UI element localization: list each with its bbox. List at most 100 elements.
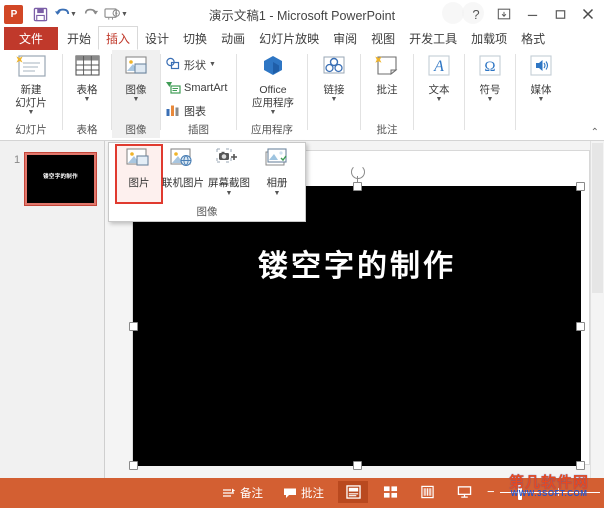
new-slide-button[interactable]: 新建 幻灯片 ▼ [4,53,58,116]
ribbon-group-text: A 文本 ▼ [414,50,464,138]
ribbon-group-slides: 新建 幻灯片 ▼ 幻灯片 [0,50,62,138]
selected-picture-shape[interactable]: 镂空字的制作 [133,186,581,466]
ribbon-group-media: 媒体 ▼ [516,50,566,138]
text-button[interactable]: A 文本 ▼ [412,53,466,103]
dropdown-item-online-picture[interactable]: 联机图片 [161,146,205,190]
tab-transitions[interactable]: 切换 [176,27,214,50]
link-caret-icon[interactable]: ▼ [331,96,338,103]
dropdown-item-screenshot[interactable]: 屏幕截图 ▼ [207,146,251,197]
text-label: 文本 [428,84,450,96]
slide-sorter-icon [383,486,397,498]
dropdown-group-label: 图像 [196,206,218,218]
ribbon-group-illustrations: 形状 ▼ SmartArt 图表 插图 [161,50,236,138]
group-label-tables: 表格 [76,124,98,136]
shapes-icon [166,57,180,70]
group-label-apps: 应用程序 [251,124,293,136]
images-icon [125,56,147,74]
photo-album-icon [265,148,287,166]
zoom-out-button[interactable]: − [487,485,495,498]
watermark-line-1: 第几软件网 [508,473,589,491]
office-apps-caret-icon[interactable]: ▼ [270,109,277,116]
shapes-button[interactable]: 形状 ▼ [165,55,216,74]
tab-animations[interactable]: 动画 [214,27,252,50]
symbol-icon: Ω [479,55,501,76]
media-caret-icon[interactable]: ▼ [538,96,545,103]
slide-sorter-button[interactable] [375,481,405,503]
chart-label: 图表 [184,105,206,118]
slide-number: 1 [14,154,21,166]
new-slide-icon [16,55,46,77]
minimize-button[interactable] [518,3,546,25]
maximize-button[interactable] [546,3,574,25]
images-button[interactable]: 图像 ▼ [109,53,163,103]
media-speaker-icon [530,55,552,76]
symbol-button[interactable]: Ω 符号 ▼ [463,53,517,103]
chart-icon [166,105,179,116]
dropdown-item-picture[interactable]: 图片 [115,144,163,204]
svg-text:A: A [433,58,444,75]
comments-label: 批注 [301,488,324,500]
media-button[interactable]: 媒体 ▼ [514,53,568,103]
smartart-button[interactable]: SmartArt [165,78,227,97]
media-label: 媒体 [530,84,552,96]
shapes-caret-icon[interactable]: ▼ [209,61,216,68]
office-apps-button[interactable]: Office 应用程序 ▼ [245,53,301,116]
reading-view-button[interactable] [412,481,442,503]
office-apps-icon [264,56,282,75]
scrollbar-thumb[interactable] [592,143,603,293]
images-label: 图像 [125,84,147,96]
svg-text:Ω: Ω [484,59,495,75]
comments-button[interactable]: 批注 [283,482,324,504]
tab-slideshow[interactable]: 幻灯片放映 [252,27,326,50]
tab-design[interactable]: 设计 [138,27,176,50]
dropdown-label-picture: 图片 [128,177,150,189]
table-button[interactable]: 表格 ▼ [60,53,114,103]
comment-button[interactable]: 批注 [360,53,414,96]
new-slide-label-2: 幻灯片 [15,97,47,109]
tab-file[interactable]: 文件 [4,27,58,50]
notes-label: 备注 [240,488,263,500]
ribbon-display-options-button[interactable] [490,3,518,25]
tab-review[interactable]: 审阅 [326,27,364,50]
tab-addins[interactable]: 加载项 [464,27,514,50]
text-caret-icon[interactable]: ▼ [436,96,443,103]
tab-developer[interactable]: 开发工具 [402,27,464,50]
ribbon-group-comments: 批注 批注 [361,50,413,138]
shapes-label: 形状 [184,59,206,72]
status-bar: 备注 批注 − 第几软件网 WWW.3SOFT.COM [0,473,604,508]
link-button[interactable]: 链接 ▼ [307,53,361,103]
new-slide-caret-icon[interactable]: ▼ [28,109,35,116]
images-caret-icon[interactable]: ▼ [133,96,140,103]
collapse-ribbon-button[interactable]: ⌃ [591,127,599,138]
symbol-caret-icon[interactable]: ▼ [487,96,494,103]
help-button[interactable]: ? [462,3,490,25]
slide-thumbnail-1[interactable]: 镂空字的制作 [24,152,97,206]
group-label-images: 图像 [125,124,147,136]
tab-format[interactable]: 格式 [514,27,552,50]
normal-view-button[interactable] [338,481,368,503]
close-button[interactable] [574,3,602,25]
tab-home[interactable]: 开始 [60,27,98,50]
chart-button[interactable]: 图表 [165,101,206,120]
ribbon-group-links: 链接 ▼ [308,50,360,138]
group-label-illustrations: 插图 [188,124,209,136]
tab-view[interactable]: 视图 [364,27,402,50]
comment-icon [375,55,398,76]
photo-album-caret-icon[interactable]: ▼ [274,190,281,197]
screenshot-caret-icon[interactable]: ▼ [226,190,233,197]
slideshow-view-button[interactable] [449,481,479,503]
slide-thumbnail-pane: 1 镂空字的制作 [0,141,106,478]
dropdown-label-online-picture: 联机图片 [162,177,204,189]
table-caret-icon[interactable]: ▼ [84,96,91,103]
dropdown-label-photo-album: 相册 [266,177,288,189]
tab-insert[interactable]: 插入 [98,26,139,50]
table-label: 表格 [76,84,98,96]
dropdown-item-photo-album[interactable]: 相册 ▼ [255,146,299,197]
ribbon: 新建 幻灯片 ▼ 幻灯片 表格 ▼ 表格 图像 ▼ 图像 形状 ▼ SmartA… [0,50,604,141]
comment-label: 批注 [376,84,398,96]
link-label: 链接 [323,84,345,96]
vertical-scrollbar[interactable] [590,141,604,478]
notes-button[interactable]: 备注 [222,482,263,504]
slideshow-view-icon [457,486,471,498]
text-icon: A [428,55,450,76]
